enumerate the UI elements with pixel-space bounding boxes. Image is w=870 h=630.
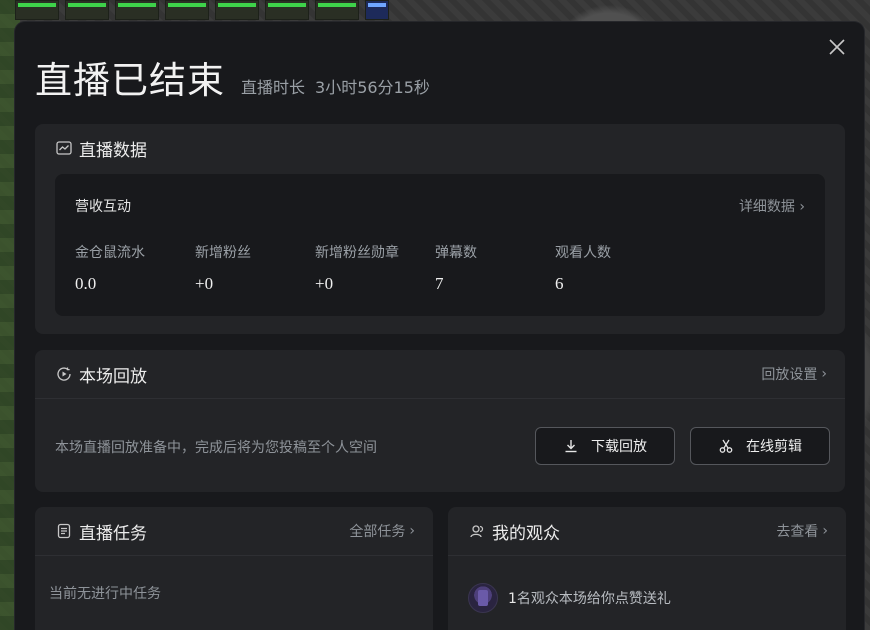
stats-row: 金仓鼠流水 0.0 新增粉丝 +0 新增粉丝勋章 +0 弹幕数 7 观看人数 6 [75,242,675,294]
unit-slot [15,0,59,20]
duration-value: 3小时56分15秒 [315,78,430,97]
stat-value: 7 [435,274,444,293]
duration-label: 直播时长 [241,78,306,97]
live-ended-dialog: 直播已结束 直播时长 3小时56分15秒 直播数据 营收互动 详细数据 › 金仓… [15,22,864,630]
card-header: 我的观众 去查看 › [448,507,846,555]
page-title: 直播已结束 [35,59,225,102]
scissors-icon [718,438,734,454]
users-icon [468,522,486,540]
document-icon [55,522,73,540]
card-header: 直播任务 全部任务 › [35,507,433,555]
audience-summary: 1名观众本场给你点赞送礼 [468,583,671,613]
stat-label: 新增粉丝 [195,245,251,261]
stat-value: +0 [315,274,334,293]
stat-new-medals: 新增粉丝勋章 +0 [315,242,435,294]
unit-slot [315,0,359,20]
unit-slot [165,0,209,20]
revenue-interaction-panel: 营收互动 详细数据 › 金仓鼠流水 0.0 新增粉丝 +0 新增粉丝勋章 +0 [55,174,825,316]
all-tasks-link[interactable]: 全部任务 › [349,507,415,555]
button-label: 在线剪辑 [746,439,802,455]
card-header: 本场回放 回放设置 › [35,350,845,398]
download-replay-button[interactable]: 下载回放 [535,427,675,465]
empty-tasks-text: 当前无进行中任务 [49,586,161,602]
replay-body: 本场直播回放准备中，完成后将为您投稿至个人空间 下载回放 在线剪辑 [35,399,845,492]
unit-slot [65,0,109,20]
chevron-right-icon: › [409,523,415,539]
audience-summary-text: 1名观众本场给你点赞送礼 [508,588,671,608]
card-title: 本场回放 [79,366,147,387]
stat-value: 0.0 [75,274,97,293]
card-title: 直播数据 [79,140,147,161]
divider [35,555,433,556]
replay-status-text: 本场直播回放准备中，完成后将为您投稿至个人空间 [55,440,377,456]
download-icon [563,438,579,454]
stat-value: 6 [555,274,564,293]
link-label: 全部任务 [349,524,406,540]
card-title: 我的观众 [492,523,560,544]
divider [448,555,846,556]
line-chart-icon [55,139,73,157]
stat-viewers: 观看人数 6 [555,242,675,294]
live-tasks-card: 直播任务 全部任务 › 当前无进行中任务 [35,507,433,630]
link-label: 详细数据 [738,199,795,215]
unit-slot [215,0,259,20]
dialog-header: 直播已结束 直播时长 3小时56分15秒 [35,50,430,104]
close-icon [829,39,845,55]
button-label: 下载回放 [591,439,647,455]
link-label: 去查看 [776,524,819,540]
stat-danmaku: 弹幕数 7 [435,242,555,294]
unit-health-bars [15,0,395,20]
chevron-right-icon: › [822,523,828,539]
play-circle-icon [55,365,73,383]
stat-new-fans: 新增粉丝 +0 [195,242,315,294]
unit-slot-selected [365,0,389,20]
chevron-right-icon: › [799,199,805,215]
stat-revenue: 金仓鼠流水 0.0 [75,242,195,294]
stat-label: 新增粉丝勋章 [315,245,399,261]
online-edit-button[interactable]: 在线剪辑 [690,427,830,465]
replay-settings-link[interactable]: 回放设置 › [761,350,827,398]
my-audience-card: 我的观众 去查看 › 1名观众本场给你点赞送礼 [448,507,846,630]
avatar[interactable] [468,583,498,613]
unit-slot [265,0,309,20]
link-label: 回放设置 [761,367,818,383]
detail-data-link[interactable]: 详细数据 › [739,196,805,216]
live-data-card: 直播数据 营收互动 详细数据 › 金仓鼠流水 0.0 新增粉丝 +0 新增粉丝勋… [35,124,845,334]
stat-label: 观看人数 [555,245,611,261]
view-audience-link[interactable]: 去查看 › [776,507,828,555]
stat-label: 金仓鼠流水 [75,245,145,261]
stat-value: +0 [195,274,214,293]
stat-label: 弹幕数 [435,245,477,261]
close-button[interactable] [826,36,848,58]
panel-title: 营收互动 [75,199,131,215]
audience-count: 1 [508,591,517,607]
audience-description: 名观众本场给你点赞送礼 [516,591,671,607]
chevron-right-icon: › [821,366,827,382]
card-header: 直播数据 [35,124,845,172]
replay-card: 本场回放 回放设置 › 本场直播回放准备中，完成后将为您投稿至个人空间 下载回放 [35,350,845,492]
unit-slot [115,0,159,20]
card-title: 直播任务 [79,523,147,544]
